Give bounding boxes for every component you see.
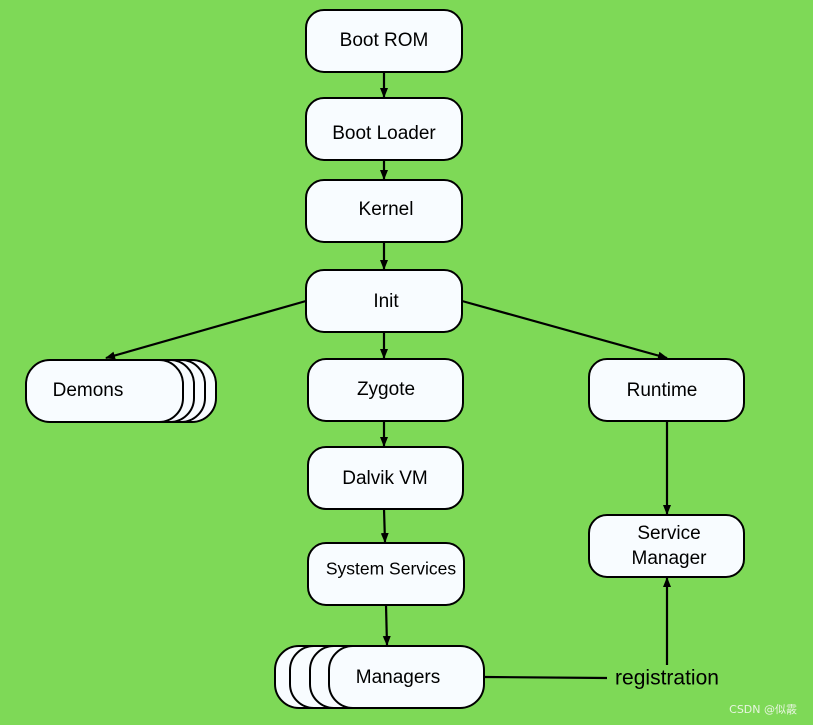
edge-systemservices-managers [382,604,391,646]
node-label: Init [373,291,399,312]
node-label: Boot Loader [332,123,436,144]
node-dalvik-vm: Dalvik VM [307,446,464,510]
edge-label-registration: registration [615,667,719,690]
node-init: Init [305,269,463,333]
node-label: Kernel [359,199,414,220]
node-label-line2: Manager [632,548,708,569]
node-label: Boot ROM [340,30,429,51]
node-label: Zygote [357,379,415,400]
node-system-services: System Services [307,542,465,606]
node-label: Demons [53,380,124,401]
node-label: Runtime [627,380,698,401]
node-label-line1: Service [637,523,700,544]
node-service-manager: Service Manager [588,514,745,578]
node-label: System Services [326,559,457,579]
edge-dalvik-systemservices [380,508,389,543]
node-managers: Managers [274,645,485,709]
boot-diagram: Boot ROM Boot Loader Kernel Init Demons … [0,0,813,725]
node-label: Managers [356,667,441,688]
edge-managers-registration [484,675,608,680]
node-kernel: Kernel [305,179,463,243]
node-label: Dalvik VM [342,468,428,489]
node-boot-loader: Boot Loader [305,97,463,161]
node-zygote: Zygote [307,358,464,422]
node-demons: Demons [25,359,217,423]
node-boot-rom: Boot ROM [305,9,463,73]
node-runtime: Runtime [588,358,745,422]
watermark: CSDN @似霰 [729,703,797,716]
